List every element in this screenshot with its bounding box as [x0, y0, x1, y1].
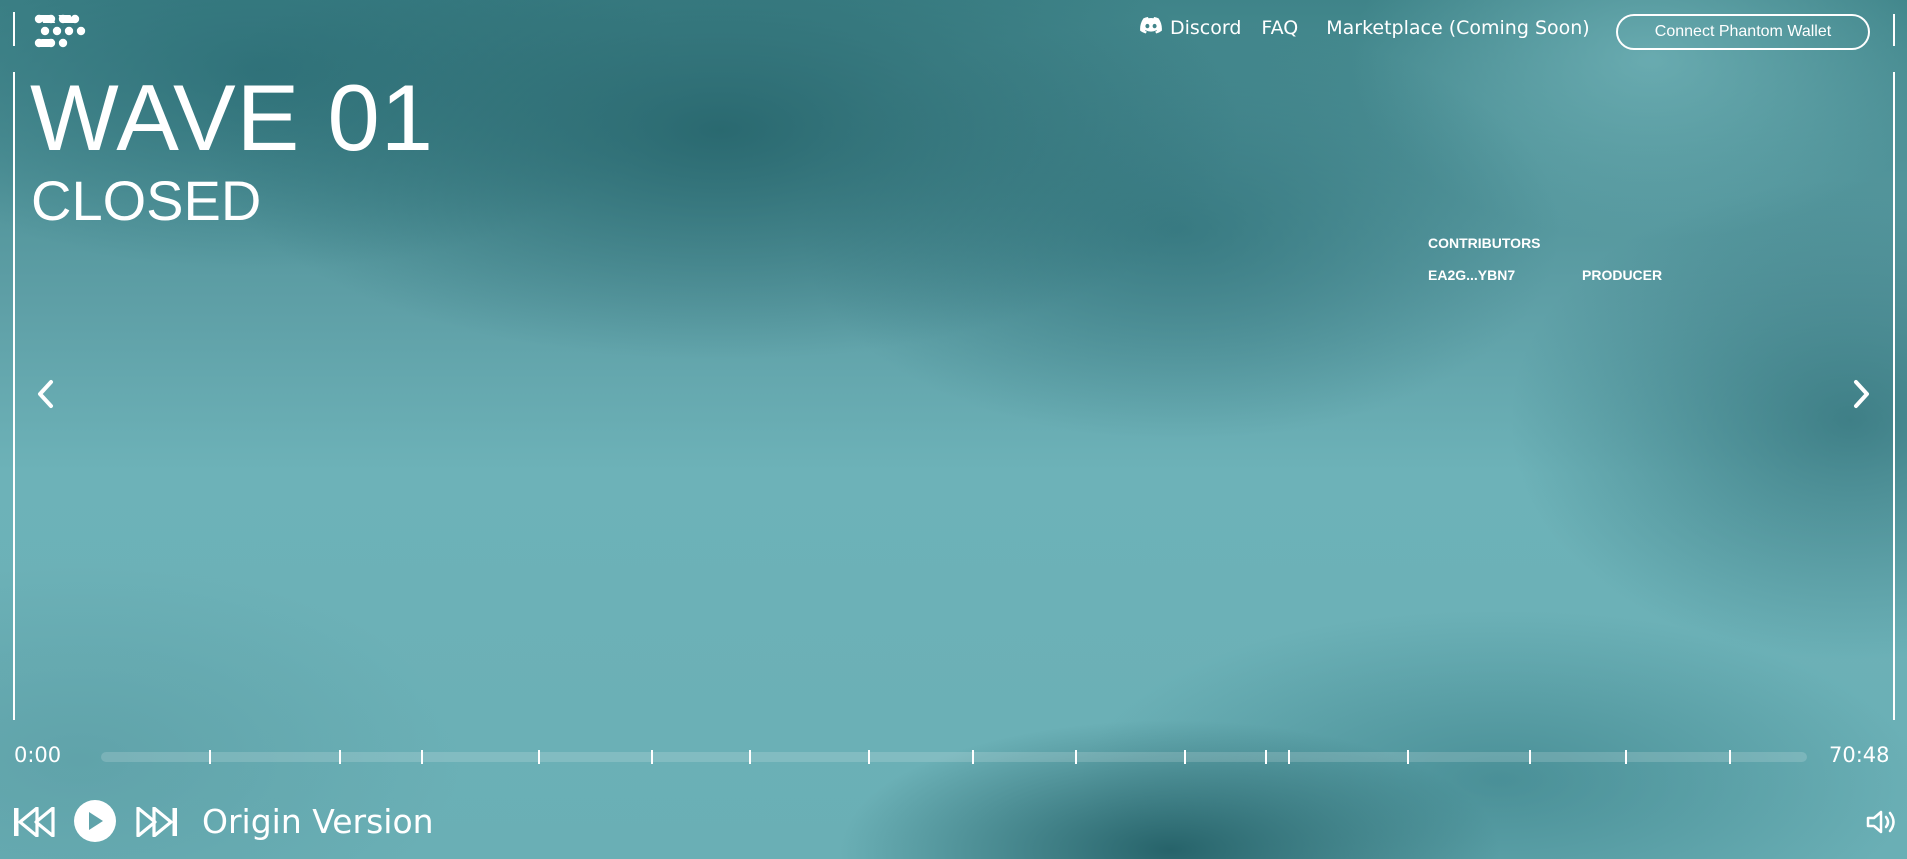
progress-segment-tick: [1265, 750, 1267, 764]
track-name: Origin Version: [202, 802, 434, 841]
progress-segment-tick: [1529, 750, 1531, 764]
wave-title: WAVE 01: [30, 65, 435, 170]
progress-segment-tick: [1729, 750, 1731, 764]
volume-button[interactable]: [1864, 806, 1898, 838]
nav-marketplace-link[interactable]: Marketplace (Coming Soon): [1326, 17, 1589, 39]
wave-page: Discord FAQ Marketplace (Coming Soon) Co…: [0, 0, 1907, 859]
play-icon: [89, 812, 103, 830]
connect-wallet-button[interactable]: Connect Phantom Wallet: [1616, 14, 1870, 50]
skip-back-button[interactable]: [12, 803, 56, 841]
progress-segment-tick: [421, 750, 423, 764]
progress-segment-tick: [1407, 750, 1409, 764]
progress-segment-tick: [1625, 750, 1627, 764]
progress-segment-tick: [1288, 750, 1290, 764]
contributors-heading: CONTRIBUTORS: [1428, 235, 1541, 251]
progress-segment-tick: [1075, 750, 1077, 764]
progress-segment-tick: [209, 750, 211, 764]
volume-icon: [1866, 810, 1895, 834]
progress-segment-tick: [868, 750, 870, 764]
progress-segment-tick: [972, 750, 974, 764]
prev-wave-button[interactable]: [28, 376, 64, 412]
skip-forward-button[interactable]: [134, 803, 180, 841]
contributor-row: EA2G...YBN7 PRODUCER: [1428, 266, 1728, 284]
top-nav: Discord FAQ Marketplace (Coming Soon): [1140, 14, 1590, 42]
wave-status: CLOSED: [31, 169, 262, 232]
discord-icon: [1140, 17, 1162, 39]
chevron-left-icon: [38, 380, 53, 408]
progress-bar[interactable]: [101, 750, 1807, 764]
progress-segment-tick: [339, 750, 341, 764]
chevron-right-icon: [1854, 380, 1869, 408]
progress-segment-tick: [538, 750, 540, 764]
progress-segment-tick: [749, 750, 751, 764]
skip-back-icon: [14, 807, 55, 837]
nav-discord-label: Discord: [1170, 17, 1242, 39]
wave-pattern-logo-icon[interactable]: [34, 14, 86, 48]
current-time: 0:00: [14, 743, 62, 767]
left-guide-line: [13, 72, 15, 720]
progress-segment-tick: [1184, 750, 1186, 764]
skip-forward-icon: [136, 807, 177, 837]
nav-faq-link[interactable]: FAQ: [1261, 17, 1298, 39]
right-guide-line: [1893, 72, 1895, 720]
contributor-address[interactable]: EA2G...YBN7: [1428, 266, 1515, 284]
right-top-guide-line: [1893, 14, 1895, 46]
nav-faq-label: FAQ: [1261, 17, 1299, 39]
left-top-guide-line: [13, 12, 15, 46]
nav-discord-link[interactable]: Discord: [1140, 17, 1241, 39]
progress-segment-tick: [651, 750, 653, 764]
play-button[interactable]: [74, 800, 116, 842]
next-wave-button[interactable]: [1843, 376, 1879, 412]
total-time: 70:48: [1829, 743, 1890, 767]
nav-marketplace-label: Marketplace (Coming Soon): [1326, 17, 1590, 39]
contributor-role: PRODUCER: [1582, 267, 1663, 283]
